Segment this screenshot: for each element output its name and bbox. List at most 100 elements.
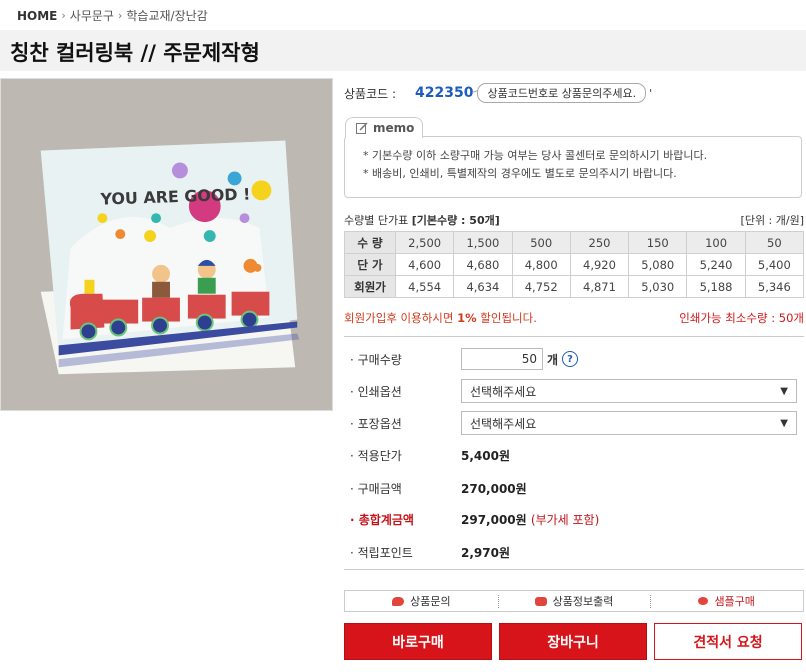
price-table-unit: [단위 : 개/원] <box>740 214 804 227</box>
chevron-right-icon: › <box>117 9 123 22</box>
unit-price-value: 5,400원 <box>461 449 510 463</box>
divider <box>344 569 804 570</box>
table-cell: 5,030 <box>628 275 688 298</box>
table-cell: 4,600 <box>394 253 455 276</box>
speech-bubble-icon <box>392 596 405 606</box>
quote-request-button[interactable]: 견적서 요청 <box>654 623 802 660</box>
discount-row: 회원가입후 이용하시면 1% 할인됩니다. 인쇄가능 최소수량 : 50개 <box>344 310 804 326</box>
add-to-cart-button[interactable]: 장바구니 <box>499 623 647 660</box>
help-icon[interactable]: ? <box>562 351 579 367</box>
table-cell: 2,500 <box>394 231 455 254</box>
chevron-down-icon: ▼ <box>780 385 788 397</box>
printer-icon <box>534 596 547 606</box>
table-row: 수 량 2,500 1,500 500 250 150 100 50 <box>344 231 805 254</box>
page-title: 칭찬 컬러링북 // 주문제작형 <box>10 41 260 65</box>
table-cell: 100 <box>686 231 746 254</box>
table-row: 단 가 4,600 4,680 4,800 4,920 5,080 5,240 … <box>344 253 805 276</box>
table-cell: 4,752 <box>511 275 571 298</box>
row-header: 수 량 <box>344 231 396 254</box>
qty-row: · 구매수량 50 개 ? <box>350 348 800 370</box>
price-table-header: 수량별 단가표 [기본수량 : 50개] [단위 : 개/원] <box>344 212 804 228</box>
table-cell: 4,554 <box>394 275 455 298</box>
amount-row: · 구매금액 270,000원 <box>350 480 800 497</box>
table-row: 회원가 4,554 4,634 4,752 4,871 5,030 5,188 … <box>344 275 805 298</box>
unit-price-label: · 적용단가 <box>350 449 402 463</box>
breadcrumb-home[interactable]: HOME <box>17 9 57 23</box>
table-cell: 5,346 <box>744 275 805 298</box>
price-table-base-qty: [기본수량 : 50개] <box>411 214 500 227</box>
table-cell: 50 <box>744 231 805 254</box>
memo-tab: memo <box>345 117 423 138</box>
table-cell: 500 <box>511 231 571 254</box>
qty-label: · 구매수량 <box>350 352 402 367</box>
qty-unit: 개 <box>547 352 559 367</box>
memo-box: * 기본수량 이하 소량구매 가능 여부는 당사 콜센터로 문의하시기 바랍니다… <box>344 136 802 198</box>
product-code-label: 상품코드 : <box>344 86 397 101</box>
memo-line: * 배송비, 인쇄비, 특별제작의 경우에도 별도로 문의주시기 바랍니다. <box>363 167 677 180</box>
amount-value: 270,000원 <box>461 482 527 496</box>
table-cell: 4,634 <box>453 275 513 298</box>
quantity-input[interactable]: 50 <box>461 348 543 370</box>
print-info-link[interactable]: 상품정보출력 <box>497 591 651 611</box>
discount-prefix: 회원가입후 이용하시면 <box>344 311 458 325</box>
product-image: YOU ARE GOOD ! <box>0 78 333 411</box>
table-cell: 4,871 <box>569 275 630 298</box>
divider <box>344 336 804 337</box>
row-header: 회원가 <box>344 275 396 298</box>
print-option-select[interactable]: 선택해주세요 ▼ <box>461 379 797 403</box>
breadcrumb-category[interactable]: 사무문구 <box>70 7 114 24</box>
table-cell: 4,920 <box>569 253 630 276</box>
total-label: · 총합계금액 <box>350 513 414 527</box>
table-cell: 4,800 <box>511 253 571 276</box>
table-cell: 150 <box>628 231 688 254</box>
price-table-title: 수량별 단가표 [기본수량 : 50개] <box>344 212 500 228</box>
points-row: · 적립포인트 2,970원 <box>350 544 800 561</box>
price-table-title-text: 수량별 단가표 <box>344 214 412 227</box>
row-header: 단 가 <box>344 253 396 276</box>
pack-option-row: · 포장옵션 선택해주세요 ▼ <box>350 411 800 435</box>
total-value: 297,000원 (부가세 포함) <box>461 511 599 528</box>
discount-percent: 1% <box>457 311 477 325</box>
table-cell: 5,080 <box>628 253 688 276</box>
product-code-row: 상품코드 : 422350 상품코드번호로 상품문의주세요. ' <box>344 83 652 103</box>
buy-now-button[interactable]: 바로구매 <box>344 623 492 660</box>
table-cell: 5,188 <box>686 275 746 298</box>
breadcrumb-subcategory[interactable]: 학습교재/장난감 <box>126 7 207 24</box>
total-amount: 297,000원 <box>461 513 527 527</box>
memo-tab-label: memo <box>373 121 415 135</box>
pack-option-value: 선택해주세요 <box>470 416 537 431</box>
product-code-note: 상품코드번호로 상품문의주세요. <box>477 83 647 103</box>
inquiry-link-label: 상품문의 <box>410 595 451 608</box>
pencil-note-icon <box>356 122 368 134</box>
total-row: · 총합계금액 297,000원 (부가세 포함) <box>350 511 800 528</box>
table-cell: 4,680 <box>453 253 513 276</box>
product-image-illustration: YOU ARE GOOD ! <box>1 79 332 410</box>
unit-price-row: · 적용단가 5,400원 <box>350 447 800 464</box>
chevron-right-icon: › <box>61 9 66 22</box>
pack-option-label: · 포장옵션 <box>350 416 402 431</box>
product-code-value: 422350 <box>415 85 474 101</box>
print-option-label: · 인쇄옵션 <box>350 384 402 399</box>
min-qty-note: 인쇄가능 최소수량 : 50개 <box>679 311 804 325</box>
vat-note: (부가세 포함) <box>530 513 600 527</box>
action-links: 상품문의 상품정보출력 샘플구매 <box>344 590 804 612</box>
chevron-down-icon: ▼ <box>780 417 788 429</box>
sample-buy-link[interactable]: 샘플구매 <box>650 591 803 611</box>
breadcrumb: HOME › 사무문구 › 학습교재/장난감 <box>17 7 208 24</box>
table-cell: 250 <box>569 231 630 254</box>
table-cell: 5,400 <box>744 253 805 276</box>
print-option-value: 선택해주세요 <box>470 384 537 399</box>
print-info-link-label: 상품정보출력 <box>552 595 614 608</box>
inquiry-link[interactable]: 상품문의 <box>345 591 498 611</box>
sample-icon <box>698 597 709 605</box>
price-table: 수 량 2,500 1,500 500 250 150 100 50 단 가 4… <box>344 231 805 298</box>
amount-label: · 구매금액 <box>350 482 402 496</box>
member-discount-note: 회원가입후 이용하시면 1% 할인됩니다. <box>344 310 537 326</box>
title-bar: 칭찬 컬러링북 // 주문제작형 <box>0 30 806 71</box>
memo-line: * 기본수량 이하 소량구매 가능 여부는 당사 콜센터로 문의하시기 바랍니다… <box>363 149 708 162</box>
sample-buy-link-label: 샘플구매 <box>714 595 755 608</box>
table-cell: 5,240 <box>686 253 746 276</box>
discount-suffix: 할인됩니다. <box>476 311 537 325</box>
pack-option-select[interactable]: 선택해주세요 ▼ <box>461 411 797 435</box>
points-value: 2,970원 <box>461 546 510 560</box>
